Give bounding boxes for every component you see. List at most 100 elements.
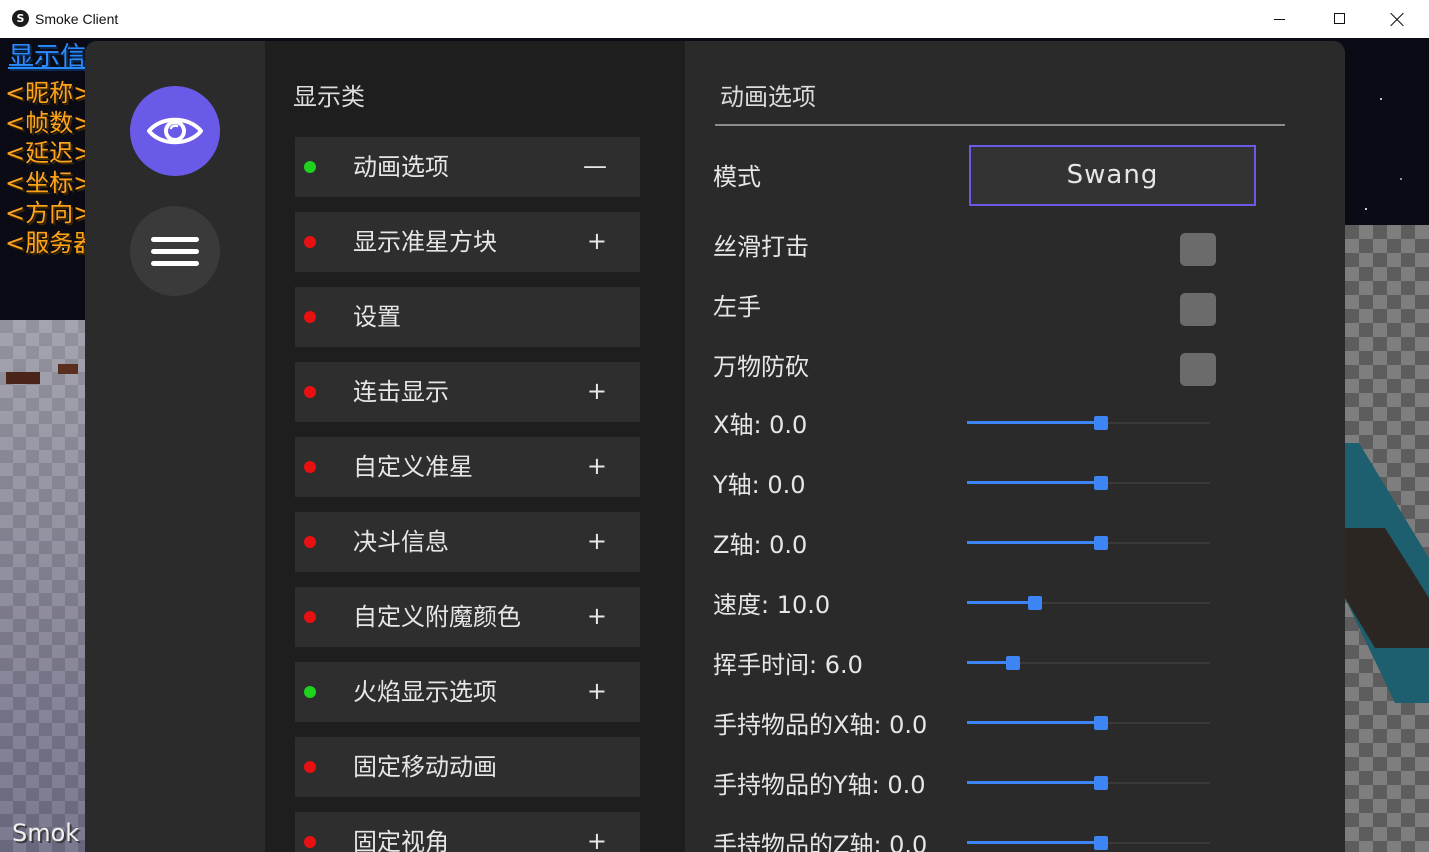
category-title: 显示类 <box>293 83 365 111</box>
module-status-dot <box>304 386 316 398</box>
collapse-toggle[interactable]: — <box>583 137 607 195</box>
slider-handle[interactable] <box>1093 776 1108 790</box>
window-titlebar[interactable]: S Smoke Client <box>0 0 1429 38</box>
module-settings[interactable]: 设置 <box>295 287 640 347</box>
module-name: 动画选项 <box>353 153 449 181</box>
expand-toggle[interactable]: + <box>587 812 607 852</box>
module-status-dot <box>304 236 316 248</box>
module-name: 自定义准星 <box>353 453 473 481</box>
close-icon <box>1390 12 1404 26</box>
smooth-hit-checkbox[interactable] <box>1180 233 1216 266</box>
module-list-column: 显示类 动画选项 — 显示准星方块 + 设置 连击显示 + 自定义准星 + 决斗… <box>265 41 685 852</box>
module-status-dot <box>304 836 316 848</box>
module-status-dot <box>304 686 316 698</box>
minimize-button[interactable] <box>1257 0 1303 38</box>
eye-icon <box>147 117 203 145</box>
module-status-dot <box>304 536 316 548</box>
module-fixed-perspective[interactable]: 固定视角 + <box>295 812 640 852</box>
item-y-axis-slider[interactable] <box>967 776 1210 790</box>
slider-fill <box>967 601 1036 604</box>
slider-handle[interactable] <box>1093 476 1108 490</box>
module-name: 固定移动动画 <box>353 753 497 781</box>
module-custom-crosshair[interactable]: 自定义准星 + <box>295 437 640 497</box>
settings-title-divider <box>715 124 1285 126</box>
module-settings-column: 动画选项 模式 Swang 丝滑打击 左手 万物防砍 X轴: 0.0 Y轴: 0… <box>685 41 1345 852</box>
maximize-icon <box>1334 13 1345 24</box>
item-z-axis-slider[interactable] <box>967 836 1210 850</box>
menu-button[interactable] <box>130 206 220 296</box>
module-name: 固定视角 <box>353 828 449 852</box>
slider-handle[interactable] <box>1093 416 1108 430</box>
module-name: 设置 <box>353 303 401 331</box>
z-axis-slider[interactable] <box>967 536 1210 550</box>
slider-label: 挥手时间: 6.0 <box>713 651 863 679</box>
hud-info-header: 显示信 <box>8 42 87 72</box>
smoke-logo-icon: S <box>12 10 29 27</box>
slider-label: 速度: 10.0 <box>713 591 831 619</box>
module-status-dot <box>304 311 316 323</box>
mode-select-button[interactable]: Swang <box>969 145 1256 206</box>
slider-fill <box>967 841 1101 844</box>
hud-ping: <延迟> <box>5 139 94 167</box>
menu-icon <box>151 237 199 266</box>
hud-watermark: Smok <box>12 819 80 847</box>
slider-fill <box>967 781 1101 784</box>
module-duel-info[interactable]: 决斗信息 + <box>295 512 640 572</box>
menu-icon-bar <box>151 261 199 266</box>
module-animation-options[interactable]: 动画选项 — <box>295 137 640 197</box>
expand-toggle[interactable]: + <box>587 212 607 270</box>
module-name: 连击显示 <box>353 378 449 406</box>
module-status-dot <box>304 161 316 173</box>
expand-toggle[interactable]: + <box>587 437 607 495</box>
slider-fill <box>967 721 1101 724</box>
game-scene-right <box>1345 38 1429 852</box>
x-axis-slider[interactable] <box>967 416 1210 430</box>
item-x-axis-slider[interactable] <box>967 716 1210 730</box>
module-fire-display[interactable]: 火焰显示选项 + <box>295 662 640 722</box>
slider-handle[interactable] <box>1028 596 1043 610</box>
expand-toggle[interactable]: + <box>587 587 607 645</box>
expand-toggle[interactable]: + <box>587 362 607 420</box>
settings-title: 动画选项 <box>720 83 816 111</box>
slider-fill <box>967 481 1101 484</box>
module-combo-display[interactable]: 连击显示 + <box>295 362 640 422</box>
close-button[interactable] <box>1374 0 1420 38</box>
slider-handle[interactable] <box>1006 656 1021 670</box>
module-fixed-move-animation[interactable]: 固定移动动画 <box>295 737 640 797</box>
module-status-dot <box>304 461 316 473</box>
checkbox-label: 左手 <box>713 293 761 321</box>
visual-category-button[interactable] <box>130 86 220 176</box>
expand-toggle[interactable]: + <box>587 512 607 570</box>
module-block-outline[interactable]: 显示准星方块 + <box>295 212 640 272</box>
hud-fps: <帧数> <box>5 109 94 137</box>
speed-slider[interactable] <box>967 596 1210 610</box>
slider-handle[interactable] <box>1093 536 1108 550</box>
maximize-button[interactable] <box>1316 0 1362 38</box>
swing-time-slider[interactable] <box>967 656 1210 670</box>
module-status-dot <box>304 611 316 623</box>
stone-ground-left <box>0 320 90 852</box>
slider-label: 手持物品的Y轴: 0.0 <box>713 771 926 799</box>
slider-fill <box>967 421 1101 424</box>
window-title: Smoke Client <box>35 11 119 27</box>
hud-server: <服务器 <box>5 229 98 257</box>
left-hand-checkbox[interactable] <box>1180 293 1216 326</box>
slider-label: X轴: 0.0 <box>713 411 808 439</box>
slider-label: Z轴: 0.0 <box>713 531 808 559</box>
anti-cut-checkbox[interactable] <box>1180 353 1216 386</box>
slider-fill <box>967 541 1101 544</box>
hud-nickname: <昵称> <box>5 79 94 107</box>
slider-handle[interactable] <box>1093 836 1108 850</box>
checkbox-label: 丝滑打击 <box>713 233 809 261</box>
expand-toggle[interactable]: + <box>587 662 607 720</box>
menu-icon-bar <box>151 249 199 254</box>
hud-direction: <方向> <box>5 199 94 227</box>
slider-label: 手持物品的X轴: 0.0 <box>713 711 928 739</box>
mode-label: 模式 <box>713 163 761 191</box>
y-axis-slider[interactable] <box>967 476 1210 490</box>
module-enchant-color[interactable]: 自定义附魔颜色 + <box>295 587 640 647</box>
module-name: 火焰显示选项 <box>353 678 497 706</box>
slider-handle[interactable] <box>1093 716 1108 730</box>
hud-coordinates: <坐标> <box>5 169 94 197</box>
client-gui-panel: 显示类 动画选项 — 显示准星方块 + 设置 连击显示 + 自定义准星 + 决斗… <box>85 41 1345 852</box>
